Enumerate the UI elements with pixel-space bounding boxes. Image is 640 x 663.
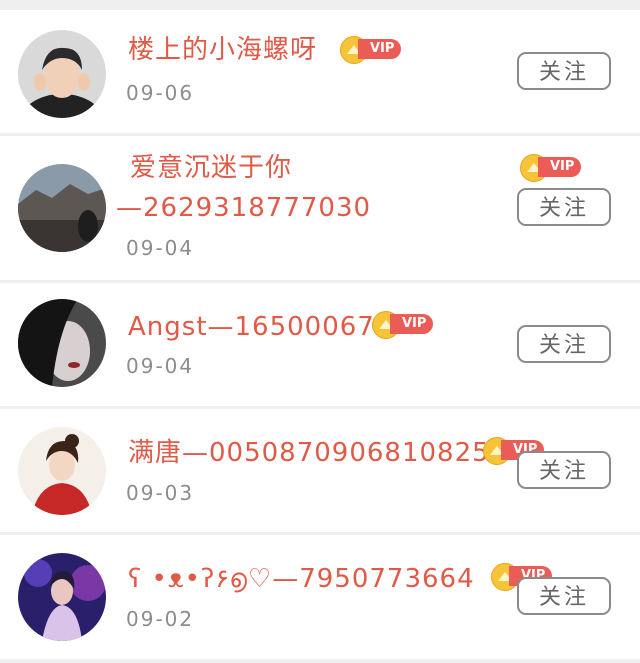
vip-label: VIP xyxy=(538,157,582,177)
avatar[interactable] xyxy=(18,164,106,252)
username[interactable]: 爱意沉迷于你 xyxy=(130,152,292,186)
avatar[interactable] xyxy=(18,299,106,387)
avatar[interactable] xyxy=(18,427,106,515)
list-item[interactable]: 满唐—00508709068108257 VIP 09-03 关注 xyxy=(0,409,640,532)
vip-label: VIP xyxy=(358,39,402,59)
follow-date: 09-04 xyxy=(126,354,195,378)
follow-date: 09-03 xyxy=(126,481,195,505)
follow-button[interactable]: 关注 xyxy=(517,188,611,226)
follow-date: 09-04 xyxy=(126,236,195,260)
vip-label: VIP xyxy=(390,314,434,334)
avatar[interactable] xyxy=(18,553,106,641)
follow-button[interactable]: 关注 xyxy=(517,52,611,90)
follow-button[interactable]: 关注 xyxy=(517,325,611,363)
username[interactable]: ʕ •ᴥ•ʔ۶൭♡—7950773664 xyxy=(128,563,475,597)
username[interactable]: 楼上的小海螺呀 xyxy=(128,34,317,68)
avatar[interactable] xyxy=(18,30,106,118)
username-continued[interactable]: —2629318777030 xyxy=(116,192,371,226)
following-list: 楼上的小海螺呀 VIP 09-06 关注 爱意沉迷于你 —26293187770… xyxy=(0,0,640,663)
follow-date: 09-02 xyxy=(126,607,195,631)
list-item[interactable]: ʕ •ᴥ•ʔ۶൭♡—7950773664 VIP 09-02 关注 xyxy=(0,535,640,659)
follow-button[interactable]: 关注 xyxy=(517,577,611,615)
username[interactable]: 满唐—00508709068108257 xyxy=(128,437,507,471)
list-item[interactable]: Angst—165000676 VIP 09-04 关注 xyxy=(0,283,640,406)
username[interactable]: Angst—165000676 xyxy=(128,311,392,345)
follow-button[interactable]: 关注 xyxy=(517,451,611,489)
list-item[interactable]: 楼上的小海螺呀 VIP 09-06 关注 xyxy=(0,10,640,133)
follow-date: 09-06 xyxy=(126,81,195,105)
list-item[interactable]: 爱意沉迷于你 —2629318777030 VIP 09-04 关注 xyxy=(0,136,640,280)
